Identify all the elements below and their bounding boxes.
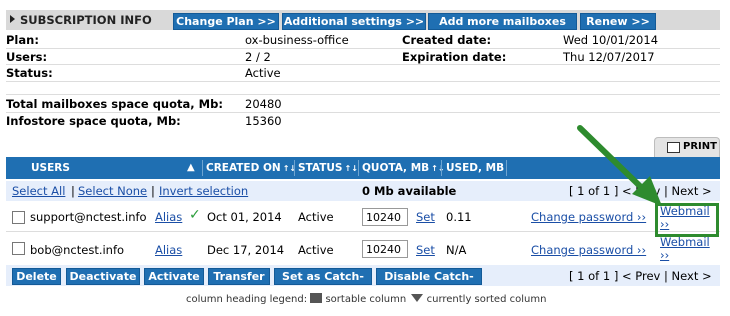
column-separator (202, 160, 203, 176)
add-more-mailboxes-button[interactable]: Add more mailboxes >> (428, 13, 577, 43)
created-on: Oct 01, 2014 (207, 210, 282, 224)
status-label: Status: (6, 66, 53, 80)
created-on: Dec 17, 2014 (207, 243, 285, 257)
separator: | (151, 184, 155, 198)
webmail-link[interactable]: Webmail ›› (660, 236, 716, 262)
users-label: Users: (6, 50, 48, 64)
mailbox-quota-label: Total mailboxes space quota, Mb: (6, 97, 223, 111)
quota-input[interactable] (362, 208, 408, 226)
row-status: Active (298, 210, 334, 224)
change-password-link[interactable]: Change password ›› (531, 210, 646, 224)
column-separator (358, 160, 359, 176)
activate-button[interactable]: Activate (144, 268, 204, 285)
row-status: Active (298, 243, 334, 257)
divider (6, 48, 720, 49)
subscription-info-header: SUBSCRIPTION INFO Change Plan >> Additio… (6, 10, 720, 43)
select-all-link: Select All (12, 184, 65, 198)
used-mb: 0.11 (446, 210, 472, 224)
divider (6, 112, 720, 113)
column-quota[interactable]: QUOTA, MB ↑↓ (362, 162, 445, 174)
sorted-asc-icon: ▲ (187, 162, 195, 173)
column-created-on[interactable]: CREATED ON ↑↓ (206, 162, 296, 174)
sortable-legend-icon (310, 293, 323, 303)
infostore-quota-value: 15360 (245, 114, 282, 128)
column-status-label: STATUS (298, 162, 343, 174)
select-none-link: Select None (78, 184, 147, 198)
set-quota-link[interactable]: Set (416, 243, 435, 257)
expiration-date-value: Thu 12/07/2017 (563, 50, 655, 64)
column-users-label: USERS (31, 162, 70, 174)
legend-prefix: column heading legend: (186, 294, 308, 305)
additional-settings-button[interactable]: Additional settings >> (282, 13, 426, 30)
select-all-text[interactable]: Select All (12, 184, 65, 198)
status-value: Active (245, 66, 281, 80)
pager-bottom[interactable]: [ 1 of 1 ] < Prev | Next > (569, 269, 712, 283)
invert-selection-link: Invert selection (159, 184, 248, 198)
column-separator (441, 160, 442, 176)
verified-check-icon: ✓ (189, 207, 201, 223)
set-catch-all-button[interactable]: Set as Catch-all (274, 268, 372, 298)
expiration-date-label: Expiration date: (402, 50, 507, 64)
select-none-text[interactable]: Select None (78, 184, 147, 198)
invert-selection-text[interactable]: Invert selection (159, 184, 248, 198)
column-quota-label: QUOTA, MB (362, 162, 430, 174)
renew-button[interactable]: Renew >> (580, 13, 656, 30)
table-row: bob@nctest.info Alias Dec 17, 2014 Activ… (6, 235, 720, 262)
section-title-text: SUBSCRIPTION INFO (20, 13, 152, 27)
used-mb: N/A (446, 243, 467, 257)
transfer-button[interactable]: Transfer (208, 268, 270, 285)
column-created-on-label: CREATED ON (206, 162, 281, 174)
quota-input[interactable] (362, 240, 408, 258)
column-legend: column heading legend: sortable column c… (186, 293, 546, 305)
divider (6, 94, 720, 95)
collapse-triangle-icon[interactable] (10, 15, 15, 23)
column-used: USED, MB (446, 162, 504, 174)
print-label: PRINT (683, 141, 717, 152)
infostore-quota-label: Infostore space quota, Mb: (6, 114, 181, 128)
sortable-icon: ↑↓ (431, 164, 445, 173)
column-status[interactable]: STATUS ↑↓ (298, 162, 358, 174)
legend-sorted: currently sorted column (426, 294, 547, 305)
row-checkbox[interactable] (12, 211, 25, 224)
column-users[interactable]: USERS (31, 162, 70, 174)
plan-value: ox-business-office (245, 33, 349, 47)
legend-sortable: sortable column (325, 294, 407, 305)
plan-label: Plan: (6, 33, 39, 47)
deactivate-button[interactable]: Deactivate (66, 268, 140, 285)
sorted-legend-icon (411, 294, 424, 302)
alias-link[interactable]: Alias (155, 210, 182, 224)
sortable-icon: ↑↓ (344, 164, 358, 173)
available-space: 0 Mb available (362, 184, 457, 198)
set-quota-link[interactable]: Set (416, 210, 435, 224)
change-plan-button[interactable]: Change Plan >> (173, 13, 279, 30)
annotation-arrow-icon (577, 125, 662, 206)
created-date-value: Wed 10/01/2014 (563, 33, 659, 47)
column-used-label: USED, MB (446, 162, 505, 174)
user-email: bob@nctest.info (30, 243, 125, 257)
action-bar: Delete Deactivate Activate Transfer Set … (6, 265, 720, 298)
separator: | (71, 184, 75, 198)
delete-button[interactable]: Delete (12, 268, 61, 285)
divider (6, 64, 720, 65)
user-email: support@nctest.info (30, 210, 147, 224)
row-checkbox[interactable] (12, 242, 25, 255)
alias-link[interactable]: Alias (155, 243, 182, 257)
divider (6, 231, 720, 232)
change-password-link[interactable]: Change password ›› (531, 243, 646, 257)
section-title: SUBSCRIPTION INFO (10, 13, 152, 27)
divider (6, 81, 720, 82)
disable-catch-all-button[interactable]: Disable Catch-all (376, 268, 482, 298)
column-separator (506, 160, 507, 176)
mailbox-quota-value: 20480 (245, 97, 282, 111)
users-value: 2 / 2 (245, 50, 271, 64)
created-date-label: Created date: (402, 33, 492, 47)
column-separator (294, 160, 295, 176)
